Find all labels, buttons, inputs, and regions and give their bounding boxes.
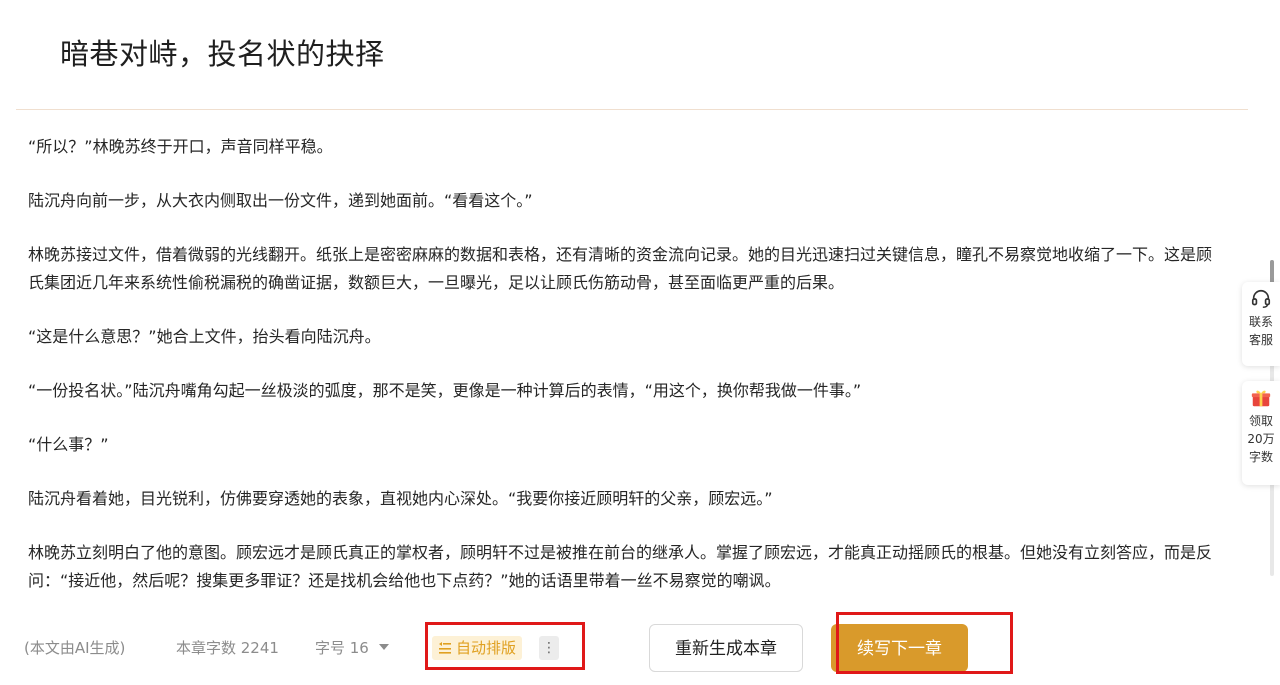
paragraph: 林晚苏接过文件，借着微弱的光线翻开。纸张上是密密麻麻的数据和表格，还有清晰的资金…	[28, 245, 1213, 292]
paragraph: “一份投名状。”陆沉舟嘴角勾起一丝极淡的弧度，那不是笑，更像是一种计算后的表情，…	[28, 381, 862, 400]
gift-icon	[1251, 390, 1271, 407]
auto-layout-label: 自动排版	[456, 639, 517, 657]
paragraph: “所以？”林晚苏终于开口，声音同样平稳。	[28, 137, 333, 156]
auto-layout-button[interactable]: 自动排版	[432, 636, 523, 660]
font-size-dropdown[interactable]: 字号 16	[315, 638, 389, 658]
chapter-content: “所以？”林晚苏终于开口，声音同样平稳。 陆沉舟向前一步，从大衣内侧取出一份文件…	[28, 133, 1218, 603]
title-divider	[16, 109, 1248, 110]
font-size-label: 字号 16	[315, 639, 369, 657]
regenerate-chapter-button[interactable]: 重新生成本章	[649, 624, 803, 672]
paragraph: 陆沉舟向前一步，从大衣内侧取出一份文件，递到她面前。“看看这个。”	[28, 191, 533, 210]
more-options-button[interactable]: ⋮	[539, 636, 559, 660]
paragraph: 林晚苏立刻明白了他的意图。顾宏远才是顾氏真正的掌权者，顾明轩不过是被推在前台的继…	[28, 543, 1213, 590]
headset-icon	[1251, 289, 1271, 308]
paragraph: “什么事？”	[28, 435, 109, 454]
claim-words-button[interactable]: 领取 20万 字数	[1242, 381, 1280, 485]
text-align-icon	[439, 642, 451, 654]
customer-support-label: 联系 客服	[1248, 315, 1273, 347]
chevron-down-icon	[378, 643, 389, 650]
claim-words-label: 领取 20万 字数	[1247, 414, 1275, 464]
chapter-word-count: 本章字数 2241	[176, 639, 279, 657]
continue-next-chapter-button[interactable]: 续写下一章	[831, 624, 968, 672]
reader-page: 暗巷对峙，投名状的抉择 “所以？”林晚苏终于开口，声音同样平稳。 陆沉舟向前一步…	[0, 0, 1280, 685]
paragraph: “这是什么意思？”她合上文件，抬头看向陆沉舟。	[28, 327, 381, 346]
ai-generated-note: (本文由AI生成)	[24, 639, 126, 657]
chapter-toolbar: (本文由AI生成) 本章字数 2241 字号 16 自动排版 ⋮ 重新生成本章 …	[0, 610, 1280, 685]
paragraph: 陆沉舟看着她，目光锐利，仿佛要穿透她的表象，直视她内心深处。“我要你接近顾明轩的…	[28, 489, 773, 508]
chapter-title: 暗巷对峙，投名状的抉择	[60, 37, 385, 71]
customer-support-button[interactable]: 联系 客服	[1242, 282, 1280, 366]
